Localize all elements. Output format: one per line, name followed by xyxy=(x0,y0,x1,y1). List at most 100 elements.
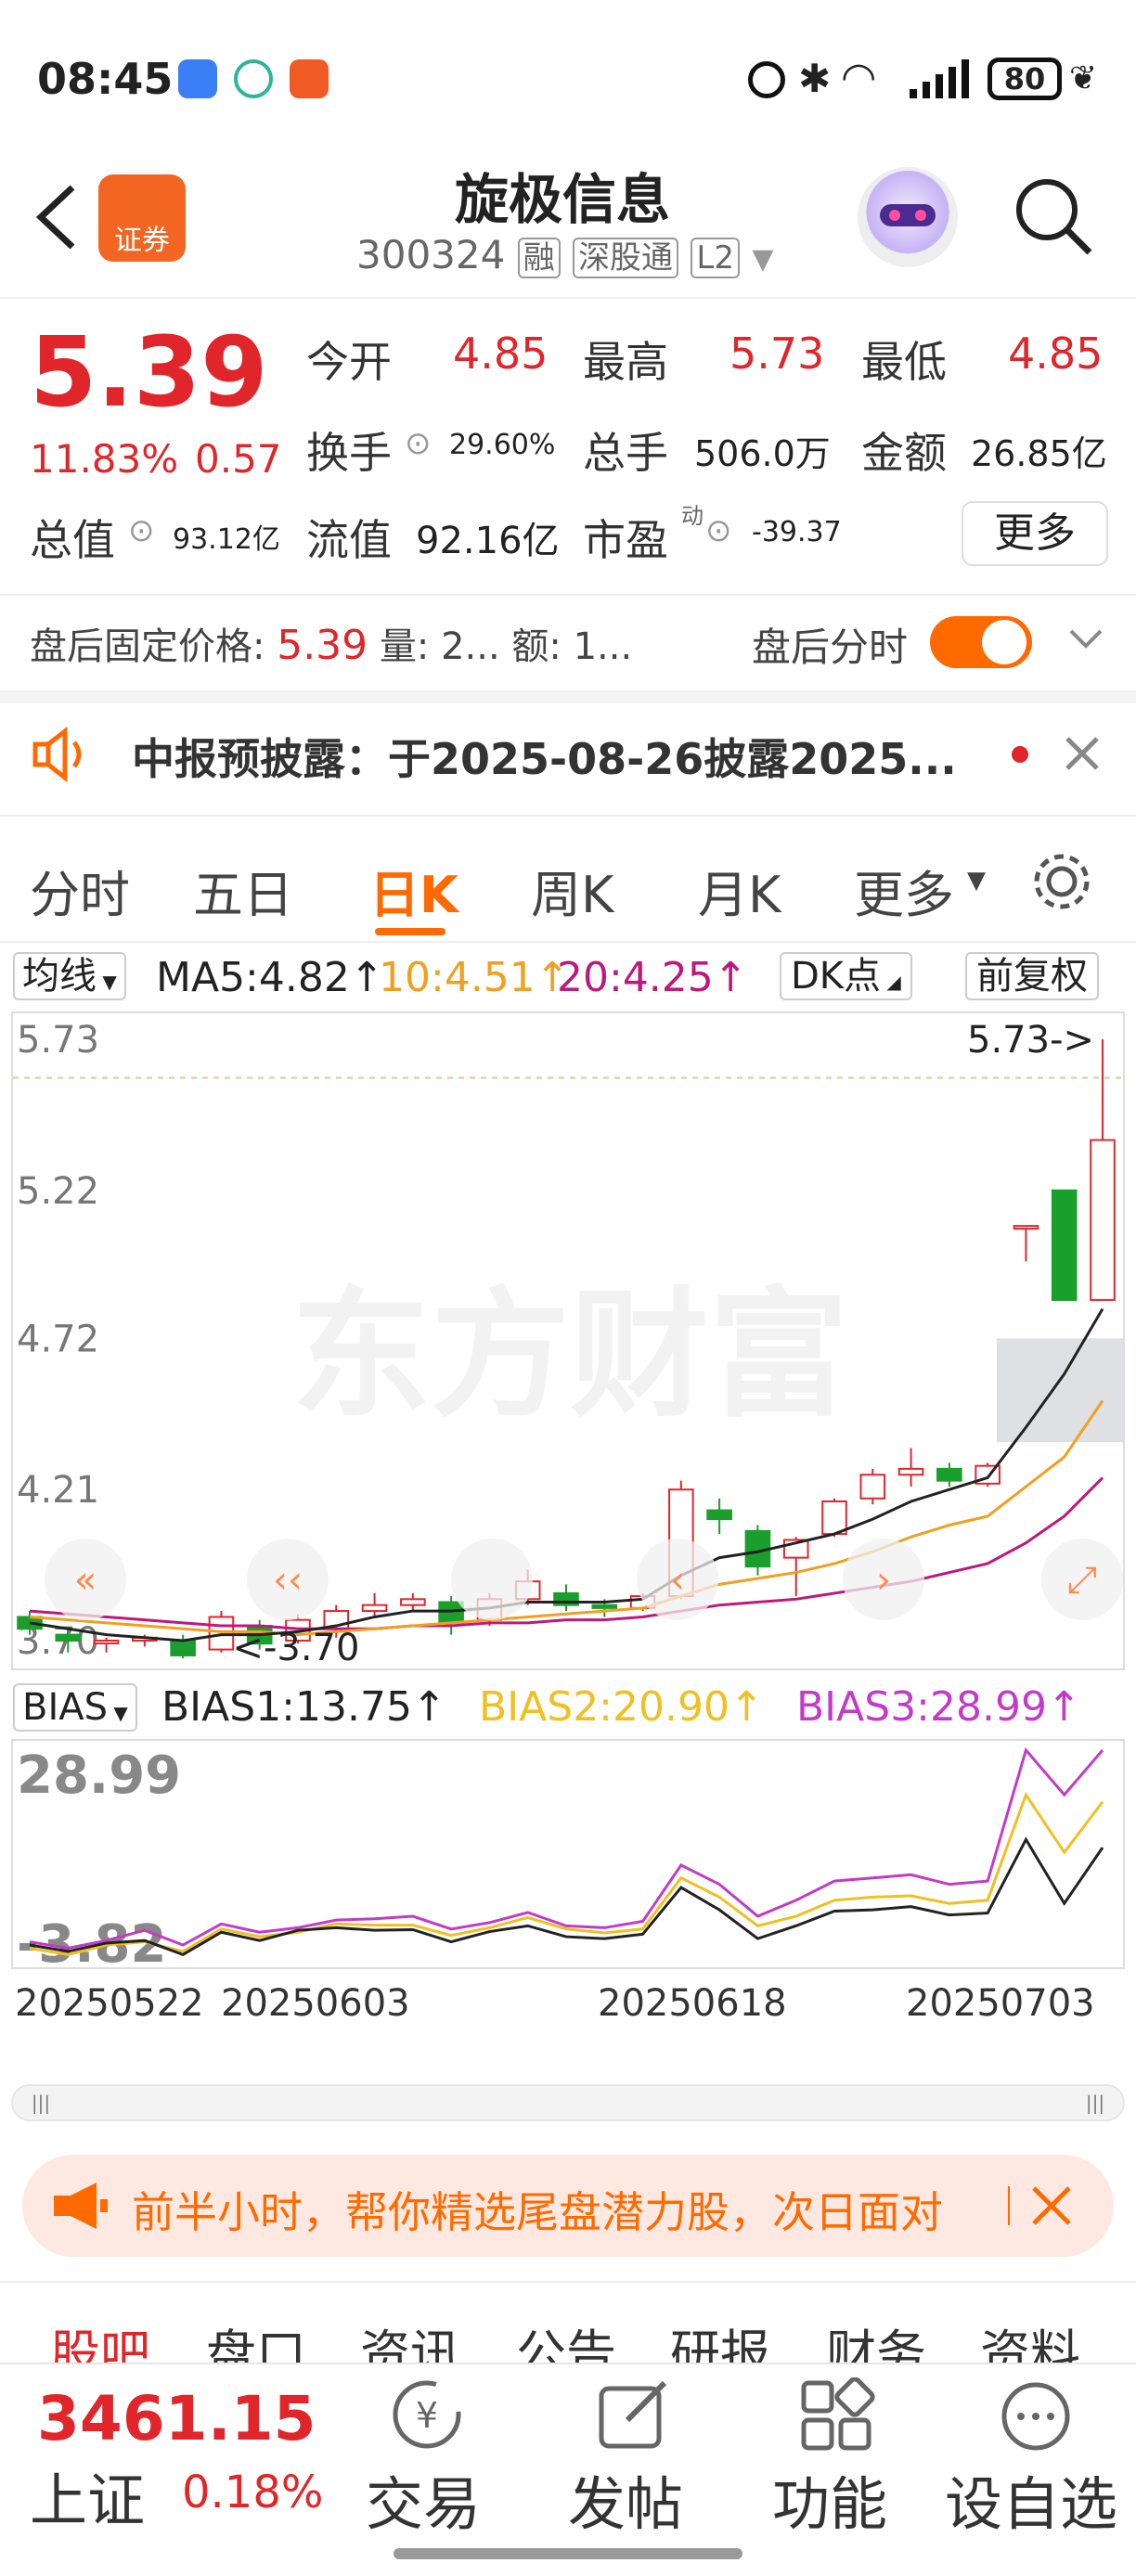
post-label[interactable]: 发帖 xyxy=(568,2457,683,2541)
x-tick-label: 20250703 xyxy=(906,1982,1095,2025)
subtab-profile[interactable]: 资料 xyxy=(980,2312,1080,2363)
kline-chart[interactable]: 东方财富5.735.224.724.213.705.73-><-3.70«‹‹‹… xyxy=(11,1011,1125,1670)
speaker-icon xyxy=(30,722,95,791)
total-cap-label: 总值 xyxy=(30,515,115,565)
range-handle-right[interactable]: ||| xyxy=(1075,2092,1116,2114)
watchlist-icon[interactable] xyxy=(997,2377,1075,2459)
app-notification-icon xyxy=(234,59,273,98)
dk-button[interactable]: DK点 ◢ xyxy=(780,952,912,1000)
open-label: 今开 xyxy=(306,337,392,387)
subtab-research[interactable]: 研报 xyxy=(670,2312,770,2363)
function-label[interactable]: 功能 xyxy=(772,2457,887,2541)
range-scrollbar[interactable]: ||| ||| xyxy=(11,2084,1125,2121)
notice-text[interactable]: 中报预披露：于2025-08-26披露2025... xyxy=(132,726,957,787)
more-button[interactable]: 更多 xyxy=(962,501,1108,566)
range-handle-left[interactable]: ||| xyxy=(20,2092,61,2114)
stock-code-row[interactable]: 300324 融 深股通 L2 ▼ xyxy=(356,232,774,278)
promo-banner[interactable]: 前半小时，帮你精选尾盘潜力股，次日面对 xyxy=(22,2155,1114,2257)
bottom-bar: 3461.15 上证 0.18% ¥ 交易 发帖 功能 设自选 xyxy=(0,2363,1136,2576)
min-price-marker: <-3.70 xyxy=(232,1627,359,1668)
divider xyxy=(0,941,1136,943)
status-bar: 08:45 ✱ ◠ 80 ❦ xyxy=(0,0,1136,148)
candle-body xyxy=(706,1509,732,1521)
pe-superscript: 动 xyxy=(681,503,704,529)
amount-label: 金额 xyxy=(861,428,947,478)
adjust-button[interactable]: 前复权 xyxy=(965,952,1099,1000)
after-hours-vol: 2... xyxy=(441,625,500,668)
chart-nav-glyph: › xyxy=(876,1559,891,1602)
alarm-icon xyxy=(748,61,785,98)
y-tick-label: 4.72 xyxy=(17,1318,99,1360)
svg-text:¥: ¥ xyxy=(416,2395,438,2436)
info-icon[interactable]: ⊙ xyxy=(128,512,155,549)
index-value[interactable]: 3461.15 xyxy=(37,2383,316,2454)
tab-five-day[interactable]: 五日 xyxy=(193,854,293,927)
caret-down-icon: ▼ xyxy=(108,1702,128,1724)
bias3-line xyxy=(29,1746,1104,1950)
divider xyxy=(0,297,1136,299)
period-tabs: 分时 五日 日K 周K 月K 更多 ▼ xyxy=(0,835,1136,947)
bias-chart[interactable]: 28.99 -3.82 xyxy=(11,1739,1125,1975)
total-cap-value: 93.12亿 xyxy=(173,523,280,556)
robot-avatar[interactable] xyxy=(858,167,958,267)
megaphone-icon xyxy=(50,2179,110,2236)
battery-icon: 80 xyxy=(988,58,1062,100)
bias-selector[interactable]: BIAS ▼ xyxy=(13,1683,137,1732)
bias-selector-label: BIAS xyxy=(22,1686,108,1729)
info-icon[interactable]: ⊙ xyxy=(405,425,432,462)
trade-icon[interactable]: ¥ xyxy=(388,2377,466,2459)
close-icon[interactable] xyxy=(1030,2184,1073,2231)
tab-weekly-k[interactable]: 周K xyxy=(531,854,613,927)
notice-unread-dot xyxy=(1012,746,1028,763)
subtab-news[interactable]: 资讯 xyxy=(360,2312,460,2363)
subtab-pankou[interactable]: 盘口 xyxy=(206,2312,306,2363)
pe-value: -39.37 xyxy=(752,516,842,548)
current-price: 5.39 xyxy=(30,316,268,429)
change-percent: 11.83% xyxy=(30,436,179,482)
tab-more[interactable]: 更多 xyxy=(854,854,954,927)
pe-label: 市盈 xyxy=(583,515,668,565)
candle-body xyxy=(1013,1225,1039,1230)
watchlist-label[interactable]: 设自选 xyxy=(945,2457,1117,2541)
page-title: 旋极信息 xyxy=(455,168,671,231)
y-tick-label: 4.21 xyxy=(17,1469,99,1512)
leaf-icon: ❦ xyxy=(1069,59,1098,97)
chevron-down-icon: ▼ xyxy=(752,243,774,276)
candle-body xyxy=(438,1601,464,1624)
chart-nav-glyph: ‹‹ xyxy=(273,1559,303,1602)
bias3-value: BIAS3:28.99↑ xyxy=(796,1683,1081,1731)
chevron-down-icon[interactable] xyxy=(1065,622,1106,663)
chart-nav-button xyxy=(451,1539,533,1620)
volume-label: 总手 xyxy=(583,428,668,478)
after-hours-row: 盘后固定价格: 5.39 量: 2... 额: 1... xyxy=(30,616,632,670)
info-icon[interactable]: ⊙ xyxy=(705,512,732,549)
wifi-icon: ◠ xyxy=(841,54,877,101)
divider xyxy=(0,2281,1136,2283)
subtab-announcements[interactable]: 公告 xyxy=(516,2312,616,2363)
function-grid-icon[interactable] xyxy=(798,2376,876,2459)
selection-highlight xyxy=(997,1338,1123,1443)
candle-body xyxy=(93,1640,120,1644)
app-logo[interactable]: 证券 xyxy=(98,174,186,262)
post-icon[interactable] xyxy=(594,2377,672,2459)
subtab-finance[interactable]: 财务 xyxy=(826,2312,926,2363)
turnover-value: 29.60% xyxy=(449,429,556,461)
ma-selector[interactable]: 均线 ▼ xyxy=(13,952,126,1000)
tab-monthly-k[interactable]: 月K xyxy=(698,854,781,927)
bias2-line xyxy=(29,1791,1104,1956)
tab-intraday[interactable]: 分时 xyxy=(30,854,130,927)
after-hours-price: 5.39 xyxy=(277,622,368,669)
settings-gear-icon[interactable] xyxy=(1028,848,1095,915)
active-tab-indicator xyxy=(375,928,445,935)
back-icon[interactable] xyxy=(28,180,84,254)
search-icon[interactable] xyxy=(1012,174,1095,258)
tab-daily-k[interactable]: 日K xyxy=(369,854,458,927)
home-indicator[interactable] xyxy=(394,2548,742,2559)
bias1-line xyxy=(29,1836,1104,1957)
subtab-guba[interactable]: 股吧 xyxy=(50,2312,150,2363)
ma20-value: 20:4.25↑ xyxy=(557,954,748,1001)
caret-down-icon: ▼ xyxy=(97,971,117,993)
close-icon[interactable] xyxy=(1064,735,1101,776)
after-hours-toggle[interactable] xyxy=(930,616,1032,668)
trade-label[interactable]: 交易 xyxy=(366,2457,481,2541)
